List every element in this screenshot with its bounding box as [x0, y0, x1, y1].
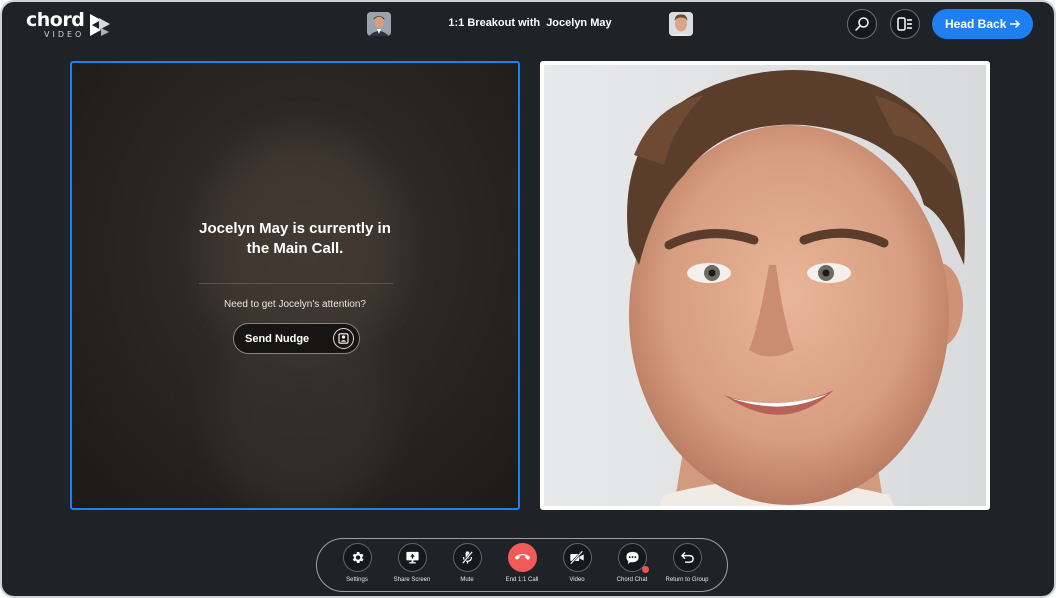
settings-button[interactable]: Settings	[331, 543, 383, 589]
return-to-group-button[interactable]: Return to Group	[661, 543, 713, 589]
video-button[interactable]: Video	[551, 543, 603, 589]
arrow-right-icon	[1010, 20, 1020, 28]
send-nudge-label: Send Nudge	[245, 332, 310, 345]
local-video-panel	[540, 61, 990, 510]
layout-icon	[897, 17, 912, 31]
settings-label: Settings	[346, 577, 368, 583]
head-back-button[interactable]: Head Back	[932, 9, 1033, 39]
mute-button[interactable]: Mute	[441, 543, 493, 589]
logo-word: chord	[26, 9, 85, 31]
return-to-group-label: Return to Group	[665, 577, 709, 583]
send-nudge-button[interactable]: Send Nudge	[233, 323, 360, 354]
chat-icon	[625, 551, 639, 565]
search-icon	[855, 17, 869, 31]
status-line-2: the Main Call.	[246, 240, 344, 257]
chord-chat-button[interactable]: Chord Chat	[606, 543, 658, 589]
chord-chat-label: Chord Chat	[616, 577, 648, 583]
mute-label: Mute	[460, 577, 474, 583]
mic-off-icon	[461, 551, 473, 564]
guest-avatar	[669, 12, 693, 36]
share-screen-icon	[405, 551, 419, 564]
search-button[interactable]	[847, 9, 877, 39]
share-screen-label: Share Screen	[393, 577, 431, 583]
remote-participant-panel: Jocelyn May is currently in the Main Cal…	[70, 61, 520, 510]
head-back-label: Head Back	[945, 17, 1007, 31]
participant-status-message: Jocelyn May is currently in the Main Cal…	[72, 219, 518, 259]
call-title: 1:1 Breakout with Jocelyn May	[448, 17, 612, 29]
end-call-icon	[514, 553, 530, 560]
end-call-label: End 1:1 Call	[505, 577, 539, 583]
chord-video-logo: chord VIDEO	[26, 10, 113, 40]
video-off-icon	[569, 550, 584, 565]
video-label: Video	[569, 577, 585, 583]
video-call-window: chord VIDEO 1:1 Breakout with Jocelyn Ma…	[0, 0, 1056, 598]
unread-badge	[641, 566, 649, 573]
share-screen-button[interactable]: Share Screen	[386, 543, 438, 589]
attention-prompt: Need to get Jocelyn's attention?	[223, 299, 366, 310]
end-call-button[interactable]: End 1:1 Call	[496, 543, 548, 589]
nudge-person-icon	[333, 328, 354, 349]
call-controls-toolbar: Settings Share Screen Mute End 1:1 Call …	[316, 538, 728, 592]
layout-toggle-button[interactable]	[890, 9, 920, 39]
return-icon	[680, 552, 694, 563]
status-line-1: Jocelyn May is currently in	[199, 220, 391, 237]
logo-subtitle: VIDEO	[43, 30, 85, 39]
chord-logo-icon	[90, 14, 111, 36]
participant-video	[544, 65, 986, 506]
host-avatar	[367, 12, 391, 36]
divider	[199, 283, 393, 284]
gear-icon	[352, 552, 364, 563]
